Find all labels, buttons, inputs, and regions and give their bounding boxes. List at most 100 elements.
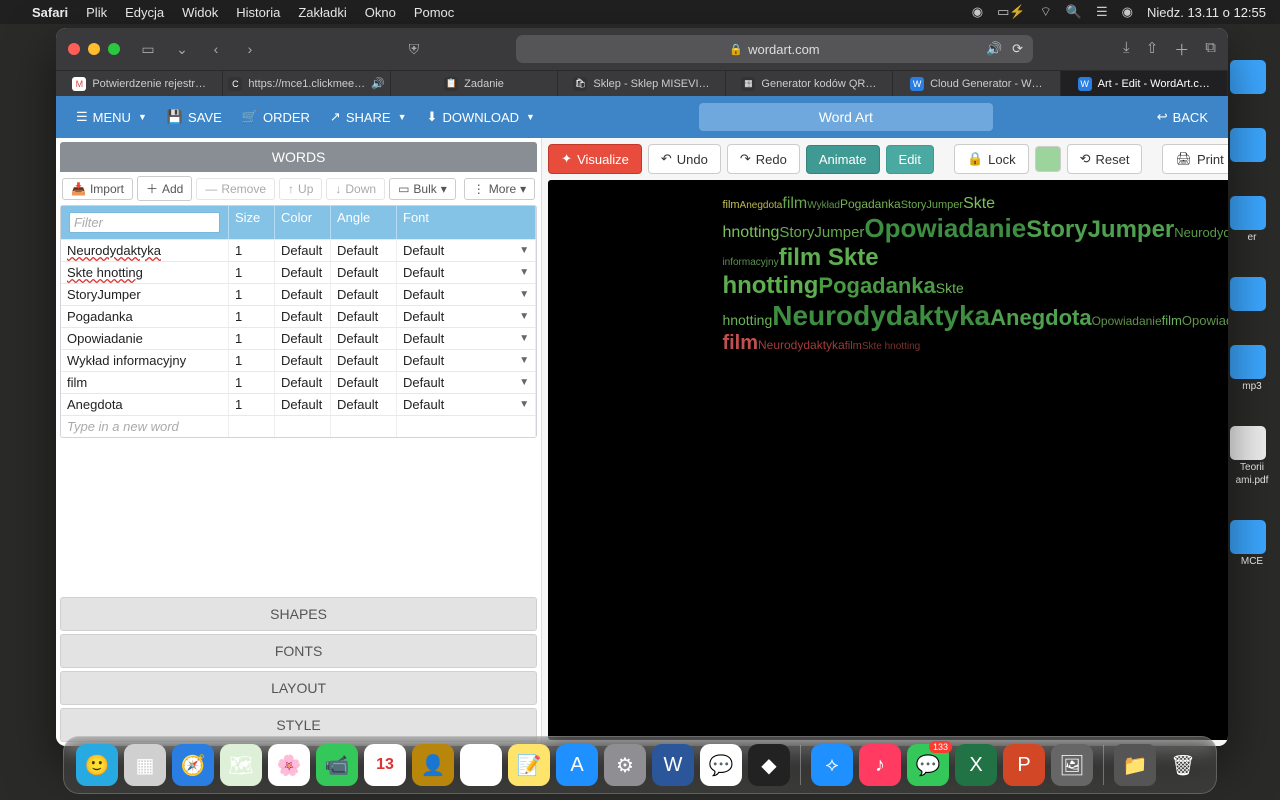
font-cell[interactable]: Default▼ (397, 306, 536, 327)
desktop-folder[interactable] (1230, 60, 1266, 94)
menu-item[interactable]: Historia (236, 5, 280, 20)
cloud-word[interactable]: film (782, 195, 807, 212)
sound-icon[interactable]: 🔊 (986, 41, 1002, 57)
dock-facetime[interactable]: 📹 (316, 744, 358, 786)
new-tab-icon[interactable]: ＋ (1174, 39, 1189, 60)
remove-button[interactable]: ― Remove (196, 178, 275, 200)
color-cell[interactable]: Default (275, 262, 331, 283)
address-bar[interactable]: 🔒 wordart.com 🔊 ⟳ (516, 35, 1033, 63)
cloud-word[interactable]: Anegdota (990, 305, 1091, 330)
font-cell[interactable]: Default▼ (397, 240, 536, 261)
cloud-word[interactable]: Wykład (807, 200, 840, 211)
downloads-icon[interactable]: ⤓ (1123, 39, 1130, 60)
layout-section[interactable]: LAYOUT (60, 671, 537, 705)
size-cell[interactable]: 1 (229, 284, 275, 305)
table-row[interactable]: Neurodydaktyka1DefaultDefaultDefault▼ (61, 239, 536, 261)
cloud-word[interactable]: Opowiadanie (1092, 314, 1162, 328)
table-row[interactable]: Skte hnotting1DefaultDefaultDefault▼ (61, 261, 536, 283)
dock-unity[interactable]: ◆ (748, 744, 790, 786)
reload-icon[interactable]: ⟳ (1012, 41, 1023, 57)
dock-safari[interactable]: 🧭 (172, 744, 214, 786)
order-button[interactable]: 🛒 ORDER (232, 103, 320, 131)
dock-finder[interactable]: 🙂 (76, 744, 118, 786)
bulk-button[interactable]: ▭ Bulk ▾ (389, 178, 456, 200)
cloud-word[interactable]: StoryJumper (901, 199, 963, 211)
undo-button[interactable]: ↶ Undo (648, 144, 721, 174)
browser-tab[interactable]: WCloud Generator - W… (893, 71, 1060, 96)
dock-reminders[interactable]: ☰ (460, 744, 502, 786)
color-cell[interactable]: Default (275, 328, 331, 349)
sidebar-toggle-icon[interactable]: ▭ (136, 37, 160, 61)
angle-cell[interactable]: Default (331, 284, 397, 305)
dock-preview[interactable]: 🖼 (1051, 744, 1093, 786)
browser-tab[interactable]: Chttps://mce1.clickmee…🔊 (223, 71, 390, 96)
size-cell[interactable]: 1 (229, 394, 275, 415)
color-swatch[interactable] (1035, 146, 1061, 172)
browser-tab[interactable]: ▦Generator kodów QR… (726, 71, 893, 96)
save-button[interactable]: 💾 SAVE (157, 103, 232, 131)
reset-button[interactable]: ⟲ Reset (1067, 144, 1143, 174)
word-cell[interactable]: StoryJumper (61, 284, 229, 305)
cloud-word[interactable]: Skte hnotting (862, 341, 920, 352)
cloud-word[interactable]: film (845, 340, 862, 352)
dock-notes[interactable]: 📝 (508, 744, 550, 786)
wifi-icon[interactable]: ⌔ (1040, 4, 1052, 20)
browser-tab[interactable]: 🛍Sklep - Sklep MISEVI… (558, 71, 725, 96)
desktop-folder[interactable] (1230, 128, 1266, 162)
screen-record-icon[interactable]: ◉ (972, 4, 983, 20)
font-cell[interactable]: Default▼ (397, 284, 536, 305)
control-center-icon[interactable]: ☰ (1096, 4, 1108, 20)
word-cell[interactable]: Anegdota (61, 394, 229, 415)
cloud-word[interactable]: Opowiadanie (1182, 313, 1228, 328)
size-cell[interactable]: 1 (229, 262, 275, 283)
browser-tab[interactable]: MPotwierdzenie rejestr… (56, 71, 223, 96)
color-cell[interactable]: Default (275, 240, 331, 261)
filter-input[interactable]: Filter (69, 212, 220, 233)
down-button[interactable]: ↓ Down (326, 178, 385, 200)
menu-item[interactable]: Okno (365, 5, 396, 20)
browser-tab[interactable]: 📋Zadanie (391, 71, 558, 96)
angle-cell[interactable]: Default (331, 372, 397, 393)
menu-item[interactable]: Plik (86, 5, 107, 20)
menu-item[interactable]: Pomoc (414, 5, 454, 20)
app-name[interactable]: Safari (32, 5, 68, 20)
animate-button[interactable]: Animate (806, 145, 880, 174)
visualize-button[interactable]: ✦ Visualize (548, 144, 642, 174)
menu-item[interactable]: Zakładki (298, 5, 346, 20)
dock-settings[interactable]: ⚙ (604, 744, 646, 786)
window-minimize-button[interactable] (88, 43, 100, 55)
dock-launchpad[interactable]: ▦ (124, 744, 166, 786)
color-cell[interactable]: Default (275, 394, 331, 415)
cloud-word[interactable]: Neurodydaktyka (772, 300, 990, 331)
spotlight-icon[interactable]: 🔍 (1066, 4, 1082, 20)
menu-item[interactable]: Edycja (125, 5, 164, 20)
siri-icon[interactable]: ◉ (1122, 4, 1133, 20)
color-cell[interactable]: Default (275, 350, 331, 371)
font-cell[interactable]: Default▼ (397, 350, 536, 371)
table-row[interactable]: Opowiadanie1DefaultDefaultDefault▼ (61, 327, 536, 349)
word-cell[interactable]: Skte hnotting (61, 262, 229, 283)
print-button[interactable]: 🖨 Print (1162, 144, 1228, 174)
angle-cell[interactable]: Default (331, 350, 397, 371)
download-button[interactable]: ⬇ DOWNLOAD▼ (417, 103, 545, 131)
angle-cell[interactable]: Default (331, 394, 397, 415)
chevron-down-icon[interactable]: ⌄ (170, 37, 194, 61)
cloud-word[interactable]: StoryJumper (1026, 216, 1174, 243)
dock-contacts[interactable]: 👤 (412, 744, 454, 786)
word-cell[interactable]: Opowiadanie (61, 328, 229, 349)
dock-photos[interactable]: 🌸 (268, 744, 310, 786)
dock-messenger[interactable]: 💬 (700, 744, 742, 786)
word-cell[interactable]: film (61, 372, 229, 393)
menu-item[interactable]: Widok (182, 5, 218, 20)
angle-cell[interactable]: Default (331, 306, 397, 327)
table-row[interactable]: StoryJumper1DefaultDefaultDefault▼ (61, 283, 536, 305)
word-cell[interactable]: Wykład informacyjny (61, 350, 229, 371)
menubar-clock[interactable]: Niedz. 13.11 o 12:55 (1147, 5, 1266, 20)
desktop-folder[interactable] (1230, 196, 1266, 230)
size-cell[interactable]: 1 (229, 240, 275, 261)
cloud-word[interactable]: film (722, 199, 739, 211)
tab-overview-icon[interactable]: ⧉ (1205, 39, 1216, 60)
table-row[interactable]: Wykład informacyjny1DefaultDefaultDefaul… (61, 349, 536, 371)
dock-downloads[interactable]: 📁 (1114, 744, 1156, 786)
angle-cell[interactable]: Default (331, 328, 397, 349)
